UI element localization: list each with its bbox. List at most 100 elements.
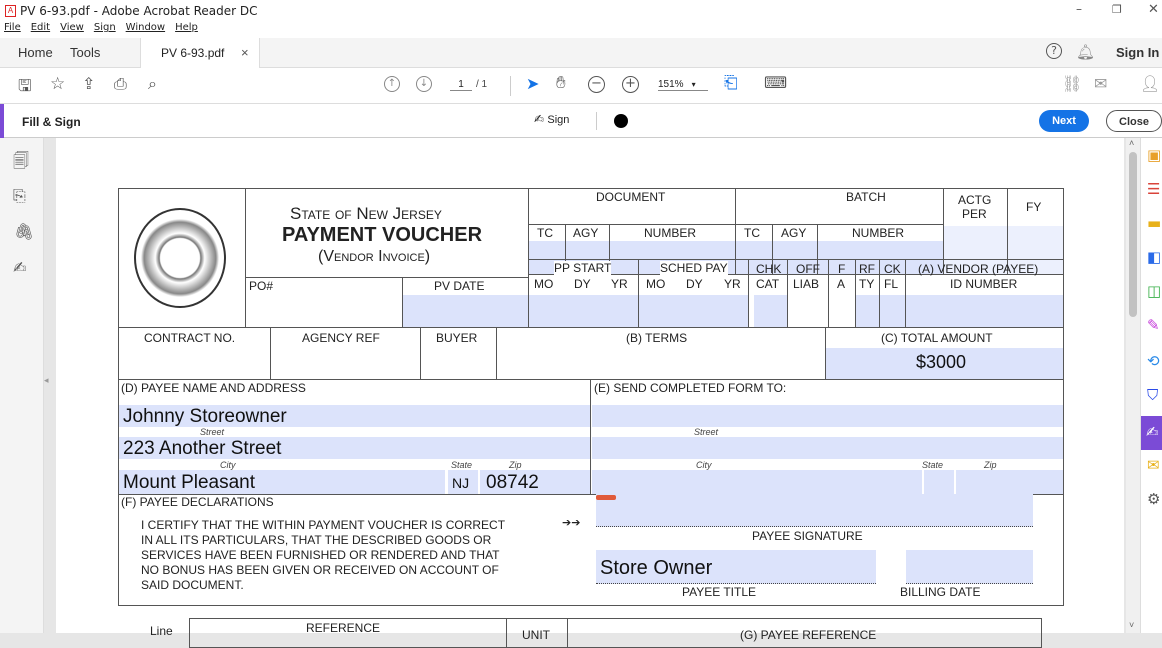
- tab-home[interactable]: Home: [18, 45, 53, 60]
- menu-help[interactable]: Help: [175, 22, 198, 33]
- fill-sign-tool-icon[interactable]: ✎: [1147, 316, 1160, 334]
- send-city-field[interactable]: [592, 470, 922, 494]
- menu-sign[interactable]: Sign: [94, 22, 116, 33]
- star-icon[interactable]: ☆: [50, 74, 65, 94]
- menu-edit[interactable]: Edit: [31, 22, 50, 33]
- keyboard-icon[interactable]: ⌨: [764, 73, 787, 92]
- search-icon[interactable]: ⌕: [148, 74, 157, 94]
- add-user-icon[interactable]: 👤︎: [1140, 74, 1160, 93]
- next-button[interactable]: Next: [1039, 110, 1089, 132]
- minimize-icon[interactable]: –: [1076, 2, 1082, 16]
- protect-icon[interactable]: ⛉: [1147, 386, 1158, 404]
- send-state-field[interactable]: [924, 470, 954, 494]
- page-layout-icon[interactable]: ⎗: [724, 73, 738, 93]
- arrows-icon: ➔➔: [562, 516, 581, 529]
- close-button[interactable]: Close: [1106, 110, 1162, 132]
- page-total: / 1: [476, 79, 488, 90]
- share-link-icon[interactable]: ⛓: [1062, 74, 1082, 93]
- save-icon[interactable]: 🖫: [18, 75, 32, 102]
- bell-icon[interactable]: 🔔︎: [1076, 43, 1095, 61]
- restore-icon[interactable]: ❐: [1112, 3, 1122, 16]
- doc-number-label: NUMBER: [644, 226, 697, 240]
- pp-start-field[interactable]: [529, 295, 638, 327]
- declaration-line-4: NO BONUS HAS BEEN GIVEN OR RECEIVED ON A…: [141, 563, 499, 577]
- payee-state-label: State: [451, 460, 473, 470]
- nj-state-seal: [134, 208, 226, 308]
- liab-label: LIAB: [793, 277, 820, 291]
- pp-mo-label: MO: [534, 277, 554, 291]
- fy-label: FY: [1026, 200, 1042, 214]
- pdf-page: State of New Jersey PAYMENT VOUCHER (Ven…: [56, 138, 1124, 648]
- agency-ref-label: AGENCY REF: [302, 331, 380, 345]
- total-label: (C) TOTAL AMOUNT: [881, 331, 993, 345]
- unit-label: UNIT: [522, 628, 550, 642]
- send-street-field[interactable]: [592, 437, 1063, 459]
- scroll-up-icon[interactable]: ˄: [1129, 138, 1134, 148]
- send-for-signature-icon[interactable]: ✉: [1147, 456, 1160, 474]
- next-page-icon[interactable]: ↓: [416, 76, 432, 92]
- menu-window[interactable]: Window: [126, 22, 165, 33]
- payee-signature-field[interactable]: [596, 494, 1033, 527]
- prev-page-icon[interactable]: ↑: [384, 76, 400, 92]
- menu-file[interactable]: File: [4, 22, 21, 33]
- send-name-field[interactable]: [592, 405, 1063, 427]
- payee-state-value: NJ: [452, 475, 470, 491]
- ck-fl-field[interactable]: [880, 295, 905, 327]
- combine-files-icon[interactable]: ◧: [1147, 248, 1161, 266]
- print-icon[interactable]: ⎙: [114, 74, 127, 94]
- page-number-input[interactable]: 1: [450, 79, 472, 91]
- f-label: F: [838, 262, 846, 276]
- zoom-level-select[interactable]: 151% ▾: [658, 79, 708, 91]
- off-liab-field: [788, 295, 828, 327]
- send-zip-field[interactable]: [956, 470, 1063, 494]
- comment-icon[interactable]: ▬: [1147, 214, 1161, 232]
- fill-sign-active-icon: ✍︎: [1146, 423, 1159, 441]
- edit-pdf-icon[interactable]: ◫: [1147, 282, 1161, 300]
- select-cursor-icon[interactable]: ➤: [526, 74, 539, 93]
- email-icon[interactable]: ✉: [1094, 74, 1107, 93]
- cloud-upload-icon[interactable]: ⇪: [82, 74, 95, 93]
- scan-ocr-icon[interactable]: ⟲: [1147, 352, 1160, 370]
- sp-mo-label: MO: [646, 277, 666, 291]
- attachment-icon[interactable]: 🖇︎: [14, 222, 34, 241]
- more-tools-icon[interactable]: ⚙: [1147, 490, 1160, 508]
- tab-close-icon[interactable]: ×: [241, 45, 249, 60]
- fill-sign-active-tool[interactable]: ✍︎: [1141, 416, 1162, 450]
- tab-tools[interactable]: Tools: [70, 45, 100, 60]
- close-window-icon[interactable]: ✕: [1148, 2, 1159, 17]
- signature-panel-icon[interactable]: ✍︎: [13, 258, 26, 277]
- vertical-scrollbar[interactable]: ˄ ˅: [1126, 138, 1140, 633]
- scroll-down-icon[interactable]: ˅: [1129, 620, 1134, 630]
- sign-pen-icon: ✍︎: [534, 112, 545, 126]
- payee-name-value: Johnny Storeowner: [123, 406, 287, 427]
- hand-tool-icon[interactable]: ✋︎: [556, 73, 566, 93]
- tab-document[interactable]: PV 6-93.pdf ×: [140, 38, 260, 68]
- sched-pay-field[interactable]: [639, 295, 748, 327]
- page-thumbnails-icon[interactable]: 🗐: [13, 150, 29, 177]
- left-nav-panel: 🗐 ⎘ 🖇︎ ✍︎ ◂: [0, 138, 49, 633]
- payee-street-label: Street: [200, 427, 225, 437]
- sign-in-link[interactable]: Sign In: [1116, 45, 1159, 60]
- declaration-line-5: SAID DOCUMENT.: [141, 578, 244, 592]
- chk-cat-field[interactable]: [754, 295, 787, 327]
- collapse-panel-icon[interactable]: ◂: [44, 376, 49, 386]
- copy-pages-icon[interactable]: ⎘: [13, 186, 26, 206]
- billing-date-label: BILLING DATE: [900, 585, 981, 599]
- pv-date-field[interactable]: [403, 295, 528, 327]
- color-dot-icon[interactable]: [614, 114, 628, 128]
- sp-yr-label: YR: [724, 277, 741, 291]
- pp-start-label: PP START: [554, 261, 612, 275]
- zoom-in-icon[interactable]: +: [622, 76, 639, 93]
- ck-label: CK: [884, 262, 901, 276]
- zoom-out-icon[interactable]: −: [588, 76, 605, 93]
- vendor-id-field[interactable]: [906, 295, 1063, 327]
- sign-tool[interactable]: ✍︎ Sign: [534, 112, 569, 126]
- rf-ty-field[interactable]: [856, 295, 879, 327]
- doc-agy-label: AGY: [573, 226, 599, 240]
- menu-view[interactable]: View: [60, 22, 84, 33]
- scroll-thumb[interactable]: [1129, 152, 1137, 317]
- export-pdf-icon[interactable]: ▣: [1147, 146, 1161, 164]
- help-icon[interactable]: ?: [1046, 43, 1062, 59]
- billing-date-field[interactable]: [906, 550, 1033, 584]
- organize-pages-icon[interactable]: ☰: [1147, 180, 1160, 198]
